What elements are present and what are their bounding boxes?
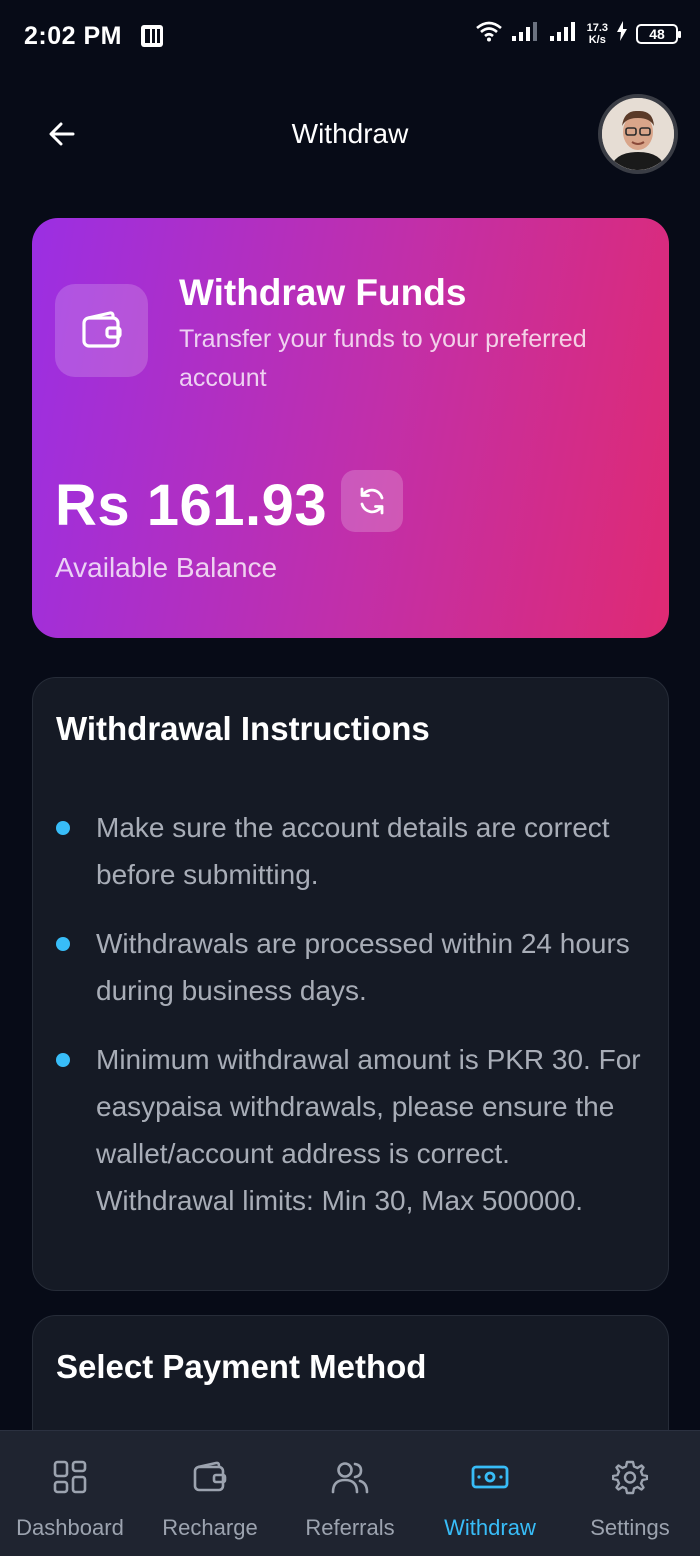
payment-method-title: Select Payment Method	[56, 1348, 427, 1385]
wallet-icon	[190, 1457, 230, 1497]
signal-icon-sim1	[511, 20, 541, 47]
withdrawal-instructions-card: Withdrawal Instructions Make sure the ac…	[32, 677, 669, 1291]
app-header: Withdraw	[0, 90, 700, 176]
battery-indicator: 48	[636, 23, 681, 44]
users-icon	[330, 1457, 370, 1497]
page-title: Withdraw	[291, 118, 409, 149]
nav-item-recharge[interactable]: Recharge	[140, 1431, 280, 1556]
wallet-tile	[55, 284, 148, 377]
balance-label: Available Balance	[55, 552, 278, 583]
network-speed: 17.3 K/s	[587, 22, 608, 46]
instructions-list: Make sure the account details are correc…	[56, 804, 656, 1246]
nav-item-referrals[interactable]: Referrals	[280, 1431, 420, 1556]
bullet-dot	[56, 821, 70, 835]
instruction-text: Make sure the account details are correc…	[96, 812, 610, 890]
refresh-balance-button[interactable]	[341, 470, 403, 532]
grid-icon	[50, 1457, 90, 1497]
funds-title: Withdraw Funds	[179, 272, 467, 313]
status-indicators: 17.3 K/s 48	[475, 20, 681, 47]
funds-subtitle: Transfer your funds to your preferred ac…	[179, 325, 587, 392]
refresh-icon	[360, 487, 384, 515]
nav-label: Dashboard	[16, 1515, 124, 1540]
instruction-item: Minimum withdrawal amount is PKR 30. For…	[56, 1036, 656, 1224]
network-speed-unit: K/s	[588, 33, 606, 46]
avatar[interactable]	[598, 94, 678, 174]
balance-amount: Rs 161.93	[55, 473, 328, 538]
instruction-text: Withdrawals are processed within 24 hour…	[96, 928, 630, 1006]
notification-app-icon	[140, 24, 164, 53]
gear-icon	[610, 1457, 650, 1497]
wallet-icon	[81, 310, 122, 348]
nav-item-dashboard[interactable]: Dashboard	[0, 1431, 140, 1556]
bottom-nav: Dashboard Recharge Referrals Withdraw Se…	[0, 1430, 700, 1556]
nav-label: Recharge	[162, 1515, 258, 1540]
withdraw-funds-card: Withdraw Funds Transfer your funds to yo…	[32, 218, 669, 638]
bullet-dot	[56, 937, 70, 951]
nav-label: Withdraw	[444, 1515, 536, 1540]
instructions-title: Withdrawal Instructions	[56, 710, 430, 747]
battery-level: 48	[649, 25, 665, 42]
instruction-text: Minimum withdrawal amount is PKR 30. For…	[96, 1044, 641, 1216]
instruction-item: Make sure the account details are correc…	[56, 804, 656, 898]
banknote-icon	[470, 1457, 510, 1497]
nav-item-withdraw[interactable]: Withdraw	[420, 1431, 560, 1556]
network-speed-value: 17.3	[586, 21, 608, 34]
nav-label: Settings	[590, 1515, 670, 1540]
nav-item-settings[interactable]: Settings	[560, 1431, 700, 1556]
nav-label: Referrals	[305, 1515, 395, 1540]
bullet-dot	[56, 1053, 70, 1067]
instruction-item: Withdrawals are processed within 24 hour…	[56, 920, 656, 1014]
withdraw-screen: 2:02 PM 17.3 K/s 48 Withdraw Withdraw Fu…	[0, 0, 700, 1556]
wifi-icon	[475, 20, 503, 47]
charging-icon	[616, 21, 628, 46]
signal-icon-sim2	[549, 20, 579, 47]
status-bar: 2:02 PM 17.3 K/s 48	[0, 0, 700, 72]
status-time: 2:02 PM	[24, 22, 122, 50]
